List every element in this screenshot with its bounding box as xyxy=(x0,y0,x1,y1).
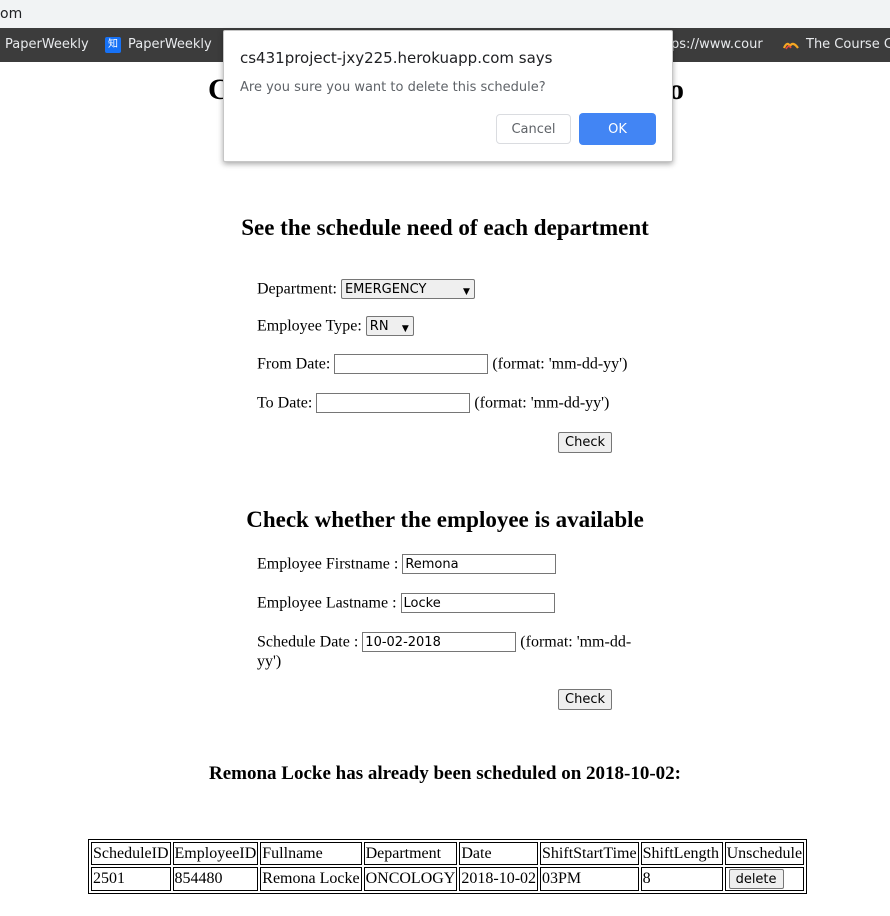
from-date-row: From Date: (format: 'mm-dd-yy') xyxy=(257,354,628,375)
bookmark-label: The Course C xyxy=(806,37,890,52)
from-date-label: From Date: xyxy=(257,355,331,373)
zhihu-icon: 知 xyxy=(105,36,121,53)
to-date-label: To Date: xyxy=(257,394,313,412)
cancel-button[interactable]: Cancel xyxy=(496,114,571,144)
column-header: Department xyxy=(363,842,458,865)
employee-type-row: Employee Type: RN ▼ xyxy=(257,316,414,337)
confirm-dialog: cs431project-jxy225.herokuapp.com says A… xyxy=(223,30,673,162)
shift-length-cell: 8 xyxy=(640,867,723,891)
schedule-date-format-hint: (format: 'mm-dd- xyxy=(520,633,632,651)
department-select[interactable]: EMERGENCY xyxy=(340,279,475,300)
ok-button[interactable]: OK xyxy=(579,113,656,145)
course-logo-icon xyxy=(783,42,799,49)
dialog-title: cs431project-jxy225.herokuapp.com says xyxy=(240,49,553,67)
firstname-row: Employee Firstname : xyxy=(257,554,557,575)
employee-type-select-wrap: RN ▼ xyxy=(365,316,414,337)
employee-type-select[interactable]: RN xyxy=(365,316,414,337)
url-text: om xyxy=(0,6,23,22)
table-row: 2501 854480 Remona Locke ONCOLOGY 2018-1… xyxy=(91,867,805,891)
to-date-row: To Date: (format: 'mm-dd-yy') xyxy=(257,393,610,414)
from-date-input[interactable] xyxy=(334,354,489,375)
column-header: ShiftStartTime xyxy=(540,842,639,865)
column-header: EmployeeID xyxy=(172,842,259,865)
column-header: Fullname xyxy=(260,842,362,865)
availability-heading: Check whether the employee is available xyxy=(246,507,644,532)
unschedule-cell: delete xyxy=(724,867,805,891)
schedule-id-cell: 2501 xyxy=(91,867,171,891)
bookmark-label: ps://www.cour xyxy=(671,37,763,52)
schedule-date-input[interactable] xyxy=(362,632,517,653)
lastname-row: Employee Lastname : xyxy=(257,593,555,614)
schedule-date-hint-wrap: yy') xyxy=(257,652,281,672)
bookmark-paperweekly-2[interactable]: 知 PaperWeekly xyxy=(105,28,212,62)
schedule-date-label: Schedule Date : xyxy=(257,633,359,651)
bookmark-the-course[interactable]: The Course C xyxy=(783,28,890,62)
delete-button[interactable]: delete xyxy=(728,869,784,889)
schedule-date-format-hint-cont: yy') xyxy=(257,653,282,670)
to-date-input[interactable] xyxy=(316,393,471,414)
lastname-input[interactable] xyxy=(400,593,555,614)
employee-id-cell: 854480 xyxy=(172,867,259,891)
bookmark-label: PaperWeekly xyxy=(128,37,212,52)
bookmark-label: PaperWeekly xyxy=(5,37,89,52)
column-header: Unschedule xyxy=(724,842,805,865)
firstname-label: Employee Firstname : xyxy=(257,555,399,573)
result-heading: Remona Locke has already been scheduled … xyxy=(208,763,682,784)
bookmark-course-url[interactable]: ps://www.cour xyxy=(671,28,763,62)
lastname-label: Employee Lastname : xyxy=(257,594,397,612)
address-bar-fragment[interactable]: om xyxy=(0,0,890,28)
shift-start-cell: 03PM xyxy=(540,867,639,891)
firstname-input[interactable] xyxy=(402,554,557,575)
department-cell: ONCOLOGY xyxy=(363,867,458,891)
check-schedule-need-button[interactable]: Check xyxy=(558,432,612,453)
schedule-table: ScheduleID EmployeeID Fullname Departmen… xyxy=(88,839,808,894)
from-date-format-hint: (format: 'mm-dd-yy') xyxy=(492,355,628,373)
schedule-date-row: Schedule Date : (format: 'mm-dd- xyxy=(257,632,632,653)
table-header-row: ScheduleID EmployeeID Fullname Departmen… xyxy=(91,842,805,865)
bookmark-paperweekly-1[interactable]: PaperWeekly xyxy=(5,28,89,62)
check-availability-button[interactable]: Check xyxy=(558,689,612,710)
department-label: Department: xyxy=(257,280,337,298)
schedule-need-heading: See the schedule need of each department xyxy=(241,215,649,240)
fullname-cell: Remona Locke xyxy=(260,867,362,891)
department-row: Department: EMERGENCY ▼ xyxy=(257,279,475,300)
column-header: ShiftLength xyxy=(640,842,723,865)
to-date-format-hint: (format: 'mm-dd-yy') xyxy=(474,394,610,412)
employee-type-label: Employee Type: xyxy=(257,317,362,335)
date-cell: 2018-10-02 xyxy=(459,867,539,891)
dialog-message: Are you sure you want to delete this sch… xyxy=(240,80,546,95)
department-select-wrap: EMERGENCY ▼ xyxy=(340,279,475,300)
column-header: ScheduleID xyxy=(91,842,171,865)
column-header: Date xyxy=(459,842,539,865)
